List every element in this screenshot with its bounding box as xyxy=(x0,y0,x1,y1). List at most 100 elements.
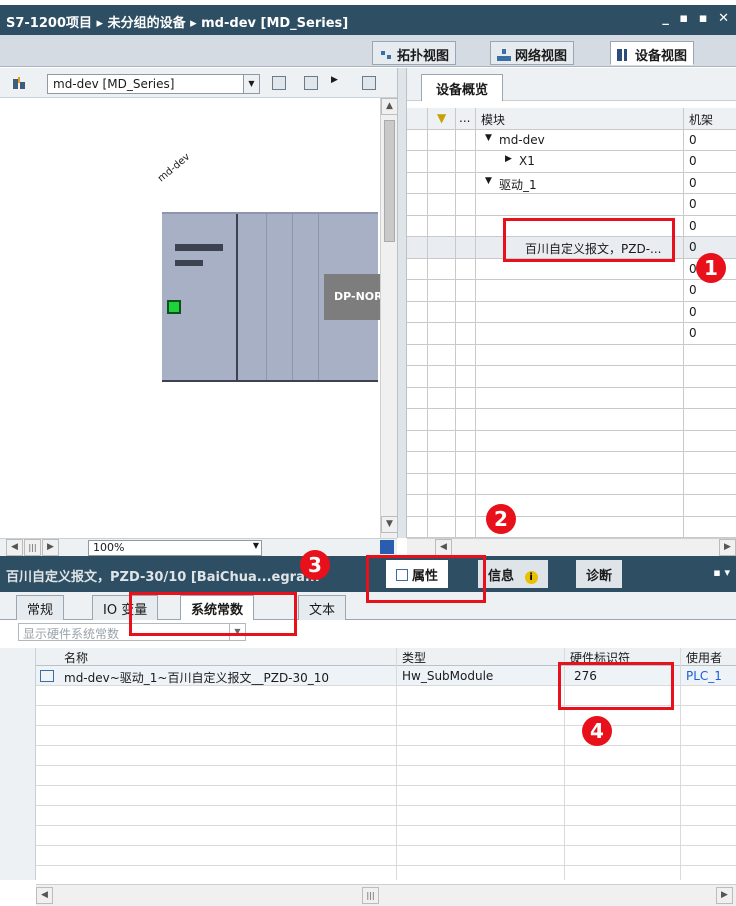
rack-value: 0 xyxy=(689,304,697,319)
scroll-thumb-icon[interactable]: ||| xyxy=(24,539,41,556)
dp-module[interactable]: DP-NOR xyxy=(324,274,380,320)
constant-type: Hw_SubModule xyxy=(402,669,494,683)
slot-divider xyxy=(292,214,293,380)
device-rack[interactable]: DP-NOR xyxy=(162,212,380,382)
constant-name: md-dev~驱动_1~百川自定义报文__PZD-30_10 xyxy=(64,671,330,685)
table-row xyxy=(36,786,736,806)
column-divider xyxy=(396,648,397,880)
table-row[interactable]: ▼ 驱动_1 0 xyxy=(407,173,736,194)
column-divider xyxy=(455,108,456,538)
table-row[interactable]: 0 xyxy=(407,194,736,216)
row-gutter xyxy=(0,648,36,880)
slot-divider xyxy=(266,214,267,380)
scroll-thumb-icon[interactable]: ||| xyxy=(362,887,379,904)
device-tool-icon[interactable] xyxy=(12,76,26,90)
overview-horizontal-scrollbar[interactable]: ◀ ▶ xyxy=(407,538,736,556)
rack-value: 0 xyxy=(689,326,697,340)
breadcrumb: S7-1200项目 ▸ 未分组的设备 ▸ md-dev [MD_Series] xyxy=(6,16,349,31)
table-row[interactable]: 0 xyxy=(407,302,736,323)
constant-icon xyxy=(40,670,54,682)
panel-splitter[interactable] xyxy=(397,68,407,538)
table-row xyxy=(407,474,736,495)
topology-icon xyxy=(379,49,393,61)
plug-icon: ▼ xyxy=(437,111,447,125)
device-dropdown[interactable]: md-dev [MD_Series] ▼ xyxy=(47,74,260,94)
table-row xyxy=(36,766,736,786)
device-icon xyxy=(617,49,631,61)
zoom-icon[interactable] xyxy=(380,540,394,554)
column-divider xyxy=(683,108,684,538)
column-type[interactable]: 类型 xyxy=(402,649,426,666)
table-row xyxy=(407,409,736,431)
network-icon xyxy=(497,49,511,61)
annotation-badge-2: 2 xyxy=(486,504,516,534)
tab-network-view[interactable]: 网络视图 xyxy=(490,41,575,65)
name-icon[interactable] xyxy=(304,76,318,90)
tab-device-overview[interactable]: 设备概览 xyxy=(421,74,504,101)
highlight-box-hwid xyxy=(558,662,674,710)
table-row xyxy=(36,846,736,866)
annotation-badge-4: 4 xyxy=(582,716,612,746)
tab-topology-view[interactable]: 拓扑视图 xyxy=(372,41,457,65)
window-controls[interactable]: _ ▪ ▪ ✕ xyxy=(662,11,732,26)
column-module[interactable]: 模块 xyxy=(481,111,505,128)
scroll-right-icon[interactable]: ▶ xyxy=(716,887,733,904)
annotation-badge-3: 3 xyxy=(300,550,330,580)
column-divider xyxy=(427,108,428,538)
rack-value: 0 xyxy=(689,283,697,297)
table-horizontal-scrollbar[interactable]: ◀ ||| ▶ xyxy=(36,884,736,906)
scroll-left-icon[interactable]: ◀ xyxy=(435,539,452,556)
expand-icon[interactable]: ▼ xyxy=(485,133,492,143)
module-bar xyxy=(175,260,203,266)
device-name-label: md-dev xyxy=(156,151,193,185)
tab-device-view[interactable]: 设备视图 xyxy=(610,41,695,65)
slot-divider xyxy=(318,214,319,380)
scroll-left-icon[interactable]: ◀ xyxy=(36,887,53,904)
tab-general[interactable]: 常规 xyxy=(16,595,65,620)
tab-label: 设备视图 xyxy=(635,49,688,64)
cpu-module[interactable] xyxy=(162,214,238,380)
column-dots: ... xyxy=(459,111,471,125)
port-icon[interactable] xyxy=(167,300,181,314)
table-row[interactable]: ▼ md-dev 0 xyxy=(407,130,736,151)
plc-link[interactable]: PLC_1 xyxy=(686,669,722,683)
device-dropdown-value: md-dev [MD_Series] xyxy=(53,77,175,91)
scroll-up-icon[interactable]: ▲ xyxy=(381,98,398,115)
overview-icon[interactable] xyxy=(272,76,286,90)
canvas-vertical-scrollbar[interactable]: ▲ ▼ xyxy=(380,98,398,538)
scroll-thumb[interactable] xyxy=(384,120,395,242)
scroll-down-icon[interactable]: ▼ xyxy=(381,516,398,533)
table-row[interactable]: 0 xyxy=(407,280,736,302)
panel-menu-icon[interactable]: ▪ ▾ xyxy=(713,566,730,579)
scroll-right-icon[interactable]: ▶ xyxy=(42,539,59,556)
table-row[interactable]: ▶ X1 0 xyxy=(407,151,736,173)
annotation-badge-1: 1 xyxy=(696,253,726,283)
table-row xyxy=(407,452,736,474)
tab-diagnostics[interactable]: 诊断 xyxy=(576,560,623,588)
zoom-fit-icon[interactable] xyxy=(362,76,376,90)
column-rack[interactable]: 机架 xyxy=(689,111,713,128)
device-overview-header: 设备概览 xyxy=(407,68,736,101)
column-name[interactable]: 名称 xyxy=(64,649,88,666)
rack-value: 0 xyxy=(689,175,697,190)
tab-info[interactable]: 信息 i xyxy=(478,560,548,588)
zoom-value: 100% xyxy=(93,541,125,554)
table-row xyxy=(36,826,736,846)
column-user[interactable]: 使用者 xyxy=(686,649,722,666)
rack-value: 0 xyxy=(689,132,697,147)
expand-icon[interactable]: ▶ xyxy=(505,154,512,164)
tab-text[interactable]: 文本 xyxy=(298,595,347,620)
chevron-right-icon[interactable]: ▶ xyxy=(331,75,338,85)
rack-value: 0 xyxy=(689,218,697,233)
chevron-down-icon[interactable]: ▼ xyxy=(253,541,259,550)
scroll-right-icon[interactable]: ▶ xyxy=(719,539,736,556)
canvas-horizontal-scrollbar[interactable]: ◀ ||| ▶ 100% ▼ xyxy=(0,538,397,556)
zoom-dropdown[interactable]: 100% ▼ xyxy=(88,540,262,556)
expand-icon[interactable]: ▼ xyxy=(485,176,492,186)
table-row xyxy=(36,806,736,826)
table-row xyxy=(407,366,736,388)
chevron-down-icon[interactable]: ▼ xyxy=(243,75,259,93)
table-row xyxy=(36,746,736,766)
table-row[interactable]: 0 xyxy=(407,323,736,345)
scroll-left-icon[interactable]: ◀ xyxy=(6,539,23,556)
